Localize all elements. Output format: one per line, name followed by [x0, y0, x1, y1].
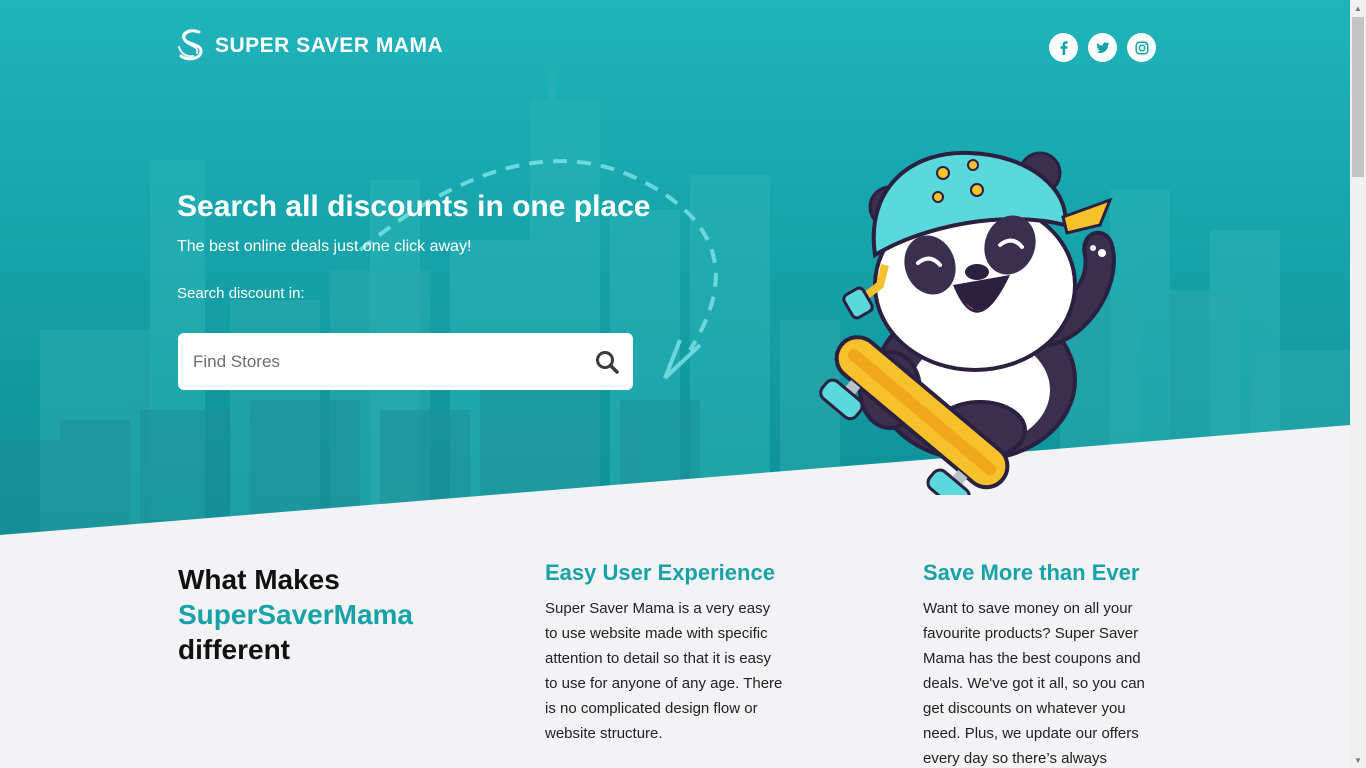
hero-background [0, 0, 1350, 535]
feature-text: Want to save money on all your favourite… [923, 600, 1145, 767]
features-heading-line3: different [178, 634, 290, 665]
instagram-icon [1134, 40, 1149, 55]
store-search-input[interactable] [178, 333, 581, 390]
search-button[interactable] [581, 333, 633, 390]
feature-text: Super Saver Mama is a very easy to use w… [545, 600, 783, 742]
hero-subtitle: The best online deals just one click awa… [177, 238, 472, 255]
brand-name: SUPER SAVER MAMA [215, 34, 444, 57]
feature-title: Easy User Experience [545, 560, 775, 585]
features-heading: What Makes SuperSaverMama different [178, 562, 413, 667]
scroll-down-arrow-icon[interactable]: ▼ [1350, 752, 1366, 768]
facebook-link[interactable] [1049, 33, 1078, 62]
search-label: Search discount in: [177, 285, 305, 302]
vertical-scrollbar[interactable]: ▲ ▼ [1350, 0, 1366, 768]
logo-mark-icon [178, 29, 203, 61]
brand-logo[interactable]: SUPER SAVER MAMA [177, 29, 443, 63]
panda-skateboard-illustration [819, 150, 1116, 495]
feature-column-easy-ux: Easy User Experience Super Saver Mama is… [545, 560, 785, 746]
feature-column-save-more: Save More than Ever Want to save money o… [923, 560, 1159, 768]
search-icon [596, 350, 619, 374]
facebook-icon [1060, 40, 1068, 55]
instagram-link[interactable] [1127, 33, 1156, 62]
social-links [1049, 33, 1156, 62]
hero-section: SUPER SAVER MAMA Search all discounts in… [0, 0, 1350, 535]
twitter-icon [1095, 41, 1109, 53]
feature-title: Save More than Ever [923, 560, 1140, 585]
features-heading-accent: SuperSaverMama [178, 599, 414, 630]
scroll-up-arrow-icon[interactable]: ▲ [1350, 0, 1366, 16]
hero-title: Search all discounts in one place [177, 190, 651, 223]
store-search-box [178, 333, 633, 390]
features-heading-line1: What Makes [178, 564, 340, 595]
page: SUPER SAVER MAMA Search all discounts in… [0, 0, 1350, 768]
twitter-link[interactable] [1088, 33, 1117, 62]
scrollbar-thumb[interactable] [1352, 17, 1364, 177]
